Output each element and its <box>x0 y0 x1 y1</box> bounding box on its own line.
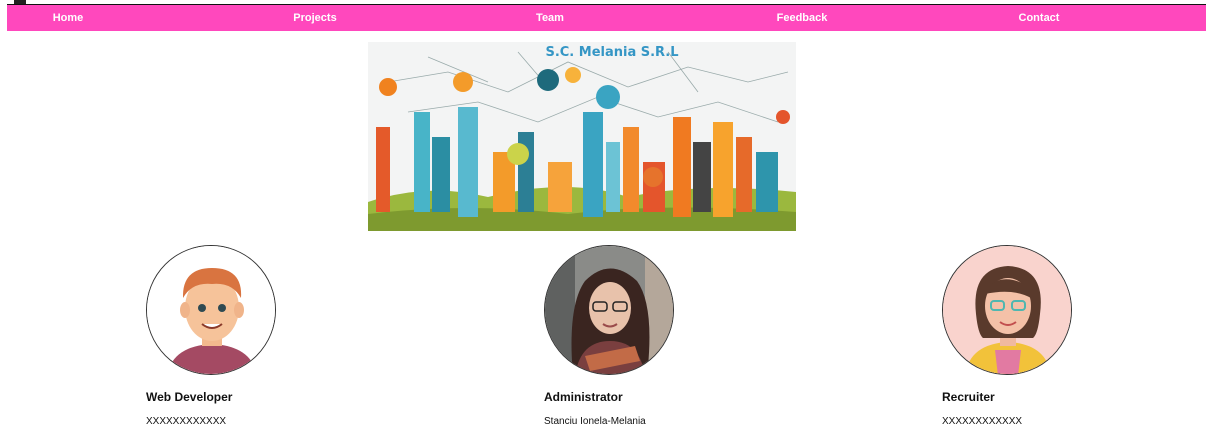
nav-contact-link[interactable]: Contact <box>1019 5 1060 31</box>
role-title: Administrator <box>544 390 623 404</box>
team-card-recruiter: Recruiter XXXXXXXXXXXX <box>942 245 1202 427</box>
avatar-administrator <box>544 245 674 375</box>
role-title: Recruiter <box>942 390 995 404</box>
member-name: XXXXXXXXXXXX <box>942 416 1023 427</box>
banner-title: S.C. Melania S.R.L <box>545 45 679 60</box>
member-name: Stanciu Ionela-Melania <box>544 416 646 427</box>
member-name: XXXXXXXXXXXX <box>146 416 227 427</box>
administrator-photo <box>545 246 673 374</box>
nav-feedback-link[interactable]: Feedback <box>777 5 828 31</box>
nav-home-link[interactable]: Home <box>53 5 84 31</box>
role-title: Web Developer <box>146 390 233 404</box>
female-avatar-illustration <box>943 246 1071 374</box>
male-avatar-illustration <box>147 246 275 374</box>
team-card-administrator: Administrator Stanciu Ionela-Melania <box>544 245 804 427</box>
company-banner-image: S.C. Melania S.R.L <box>368 42 796 231</box>
main-navbar: Home Projects Team Feedback Contact <box>7 5 1206 31</box>
city-illustration <box>368 51 796 231</box>
avatar-web-developer <box>146 245 276 375</box>
nav-team-link[interactable]: Team <box>536 5 564 31</box>
nav-projects-link[interactable]: Projects <box>293 5 336 31</box>
avatar-recruiter <box>942 245 1072 375</box>
team-card-web-developer: Web Developer XXXXXXXXXXXX <box>146 245 406 427</box>
